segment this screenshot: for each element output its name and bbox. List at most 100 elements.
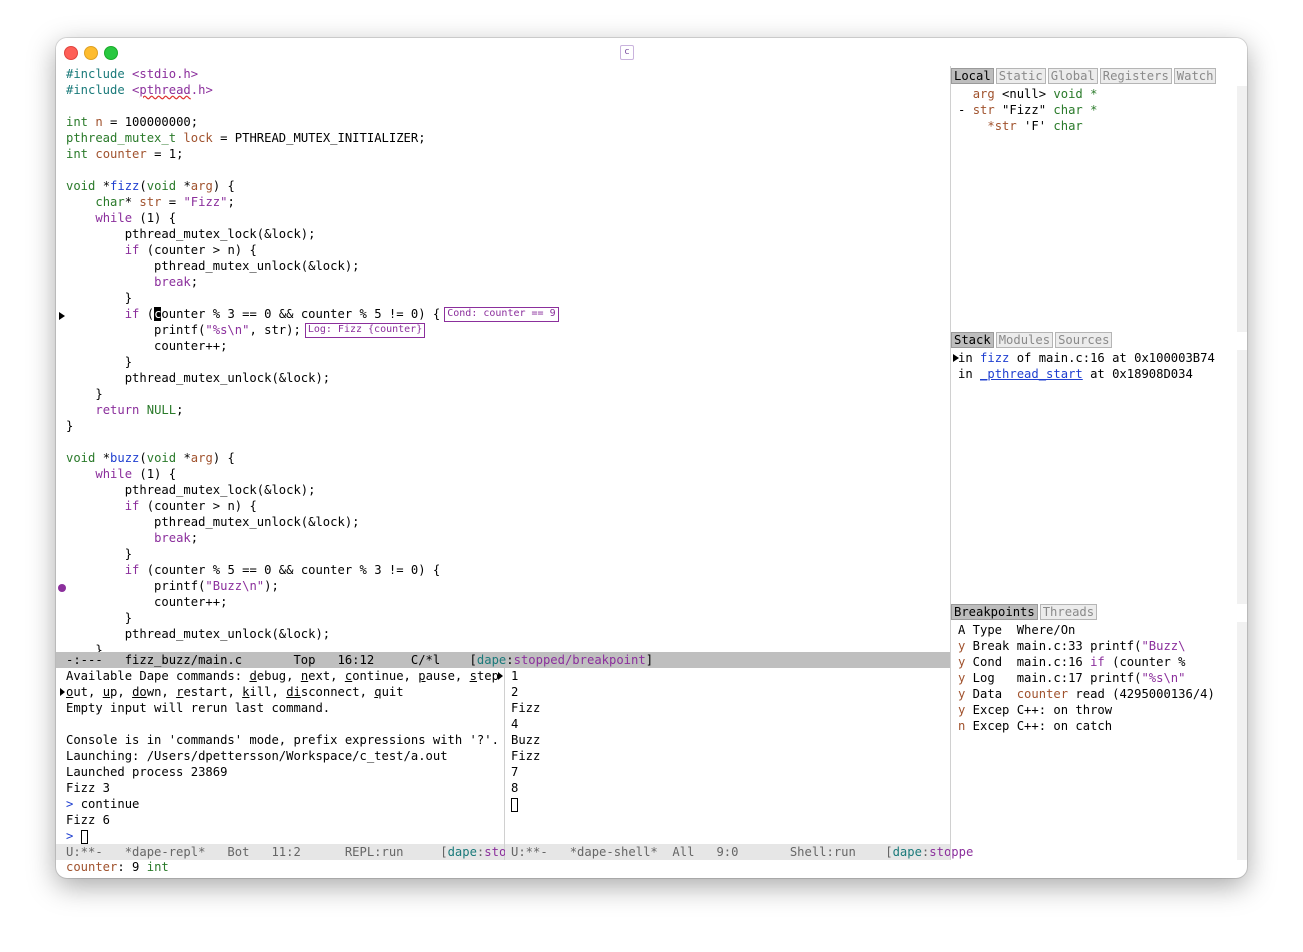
scope-segment	[958, 119, 987, 133]
stack-frame-line: in fizz of main.c:16 at 0x100003B74	[958, 350, 1215, 366]
modeline-segment: U:**- *dape-shell* All 9:0 Shell:run [	[511, 845, 893, 859]
code-segment: }	[66, 643, 103, 652]
shell-line: 4	[511, 716, 518, 732]
stack-scrollbar[interactable]	[1237, 350, 1247, 604]
tab-modules[interactable]: Modules	[995, 332, 1054, 348]
repl-line: Launching: /Users/dpettersson/Workspace/…	[66, 748, 448, 764]
breakpoints-pane[interactable]: A Type Where/On y Break main.c:33 printf(…	[958, 622, 1238, 858]
code-editor[interactable]: #include <stdio.h> #include <pthread.h> in…	[56, 66, 950, 652]
shell-line: 8	[511, 780, 518, 796]
code-segment: int	[66, 115, 89, 129]
echo-segment: : 9	[117, 860, 147, 874]
modeline-segment: -:--- fizz_buzz/main.c Top 16:12 C/*l [	[66, 653, 477, 667]
code-line: printf("Buzz\n");	[66, 578, 279, 594]
code-line: if (counter > n) {	[66, 498, 257, 514]
code-segment: *	[124, 195, 140, 209]
code-segment: (counter > n) {	[139, 499, 257, 513]
code-segment: n	[95, 115, 103, 129]
shell-segment: 1	[511, 669, 519, 683]
breakpoint-line: y Cond main.c:16 if (counter %	[958, 654, 1186, 670]
code-line: pthread_mutex_unlock(&lock);	[66, 258, 359, 274]
code-segment: }	[66, 387, 103, 401]
shell-segment: 4	[511, 717, 519, 731]
text-cursor	[80, 829, 88, 844]
repl-segment: ause,	[425, 669, 470, 683]
minimize-button[interactable]	[84, 46, 98, 60]
tab-watch[interactable]: Watch	[1173, 68, 1217, 84]
repl-segment: ill,	[249, 685, 287, 699]
breakpoints-scrollbar[interactable]	[1237, 622, 1247, 860]
code-line: #include <pthread.h>	[66, 82, 213, 98]
scope-segment: char *	[1053, 103, 1098, 117]
text-cursor	[511, 797, 518, 812]
scope-segment: str	[972, 103, 995, 117]
shell-line	[511, 796, 518, 812]
code-line: }	[66, 418, 73, 434]
code-segment: fizz	[110, 179, 140, 193]
code-segment: int	[66, 147, 89, 161]
scopes-tabs: Local Static Global Registers Watch	[951, 68, 1237, 84]
line-continue-icon	[60, 688, 65, 696]
code-segment: str	[139, 195, 162, 209]
code-segment: (	[139, 179, 147, 193]
breakpoint-segment: Data	[965, 687, 1017, 701]
repl-line: Empty input will rerun last command.	[66, 700, 330, 716]
code-line: }	[66, 386, 103, 402]
zoom-button[interactable]	[104, 46, 118, 60]
tab-static[interactable]: Static	[995, 68, 1046, 84]
code-line: break;	[66, 530, 198, 546]
code-segment: arg	[190, 451, 213, 465]
stack-frame-segment: fizz	[980, 351, 1010, 365]
tab-stack[interactable]: Stack	[951, 332, 994, 348]
right-column-divider[interactable]	[950, 66, 951, 860]
repl-segment: s	[469, 669, 477, 683]
tab-sources[interactable]: Sources	[1055, 332, 1113, 348]
close-button[interactable]	[64, 46, 78, 60]
repl-segment: ut,	[73, 685, 103, 699]
repl-segment: >	[66, 797, 81, 811]
code-segment: buzz	[110, 451, 140, 465]
code-segment: void	[146, 451, 177, 465]
repl-segment: di	[286, 685, 301, 699]
scopes-scrollbar[interactable]	[1237, 86, 1247, 332]
tab-local[interactable]: Local	[951, 68, 994, 84]
tab-global[interactable]: Global	[1047, 68, 1098, 84]
tab-breakpoints[interactable]: Breakpoints	[951, 604, 1038, 620]
modeline-segment: ]	[645, 653, 654, 667]
tab-registers[interactable]: Registers	[1099, 68, 1172, 84]
code-segment: "Fizz"	[183, 195, 228, 209]
repl-line: >	[66, 828, 88, 844]
code-segment: ;	[176, 403, 184, 417]
code-segment: *	[95, 451, 111, 465]
repl-line: > continue	[66, 796, 139, 812]
code-segment: pthread	[139, 83, 191, 97]
shell-modeline: U:**- *dape-shell* All 9:0 Shell:run [da…	[505, 844, 973, 860]
scope-segment: 'F'	[1016, 119, 1054, 133]
scope-segment: void *	[1053, 87, 1098, 101]
stack-pane[interactable]: in fizz of main.c:16 at 0x100003B74 in _p…	[958, 350, 1234, 600]
echo-segment: counter	[66, 860, 118, 874]
code-line: void *fizz(void *arg) {	[66, 178, 235, 194]
code-line: printf("%s\n", str); Log: Fizz {counter}	[66, 322, 426, 338]
code-segment: *	[176, 451, 191, 465]
code-segment: ;	[227, 195, 235, 209]
dape-shell-buffer[interactable]: 1 2 Fizz 4 Buzz Fizz 7 8	[511, 668, 950, 844]
stack-frame-segment: _pthread_start	[980, 367, 1083, 381]
repl-line: Fizz 6	[66, 812, 110, 828]
repl-segment: ebug,	[256, 669, 301, 683]
dape-repl-buffer[interactable]: Available Dape commands: debug, next, co…	[66, 668, 498, 844]
repl-segment: Fizz 6	[66, 813, 111, 827]
window-divider[interactable]	[504, 668, 505, 860]
code-segment: printf(	[66, 579, 206, 593]
code-line: return NULL;	[66, 402, 183, 418]
scopes-pane[interactable]: arg <null> void * - str "Fizz" char * *st…	[958, 86, 1234, 326]
code-segment: );	[264, 579, 279, 593]
repl-segment: ontinue,	[352, 669, 419, 683]
tab-threads[interactable]: Threads	[1039, 604, 1098, 620]
code-line: pthread_mutex_unlock(&lock);	[66, 626, 330, 642]
breakpoint-segment: Cond main.c:16	[965, 655, 1091, 669]
